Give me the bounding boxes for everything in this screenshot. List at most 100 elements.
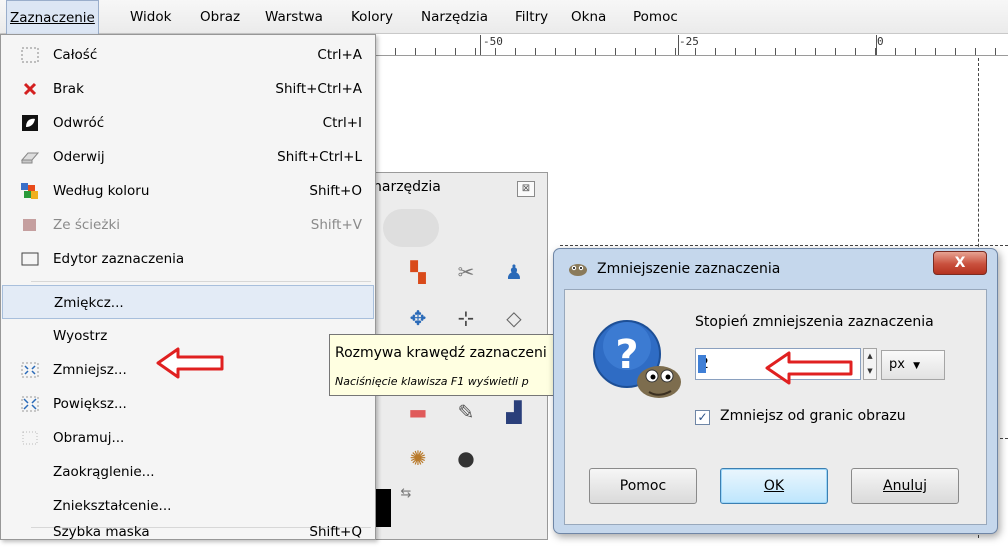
align-tool-icon[interactable]: ⊹ [451,303,481,333]
amount-spinner[interactable]: ▲ ▼ [863,348,877,380]
ruler-tick [515,48,516,55]
invert-selection-icon [22,115,38,131]
close-icon[interactable]: ⊠ [517,181,535,197]
ruler-tick [695,48,696,55]
ruler-tick [415,48,416,55]
menu-tools[interactable]: Narzędzia [418,0,491,34]
ruler-tick [675,48,676,55]
selection-menu: Całość Ctrl+A Brak Shift+Ctrl+A Odwróć C… [0,34,376,540]
menu-windows[interactable]: Okna [568,0,609,34]
ruler-tick [455,48,456,55]
selection-editor-icon [21,252,39,266]
ruler-tick [735,48,736,55]
tooltip-text: Rozmywa krawędź zaznaczeni [335,345,547,361]
shrink-selection-icon [21,362,39,378]
ruler-tick [655,48,656,55]
scissors-tool-icon[interactable]: ✂ [451,257,481,287]
menu-item-border[interactable]: Obramuj... [2,421,374,455]
ruler-tick [815,48,816,55]
ruler-label: 0 [877,35,884,48]
menu-item-float[interactable]: Oderwij Shift+Ctrl+L [2,140,374,174]
menu-item-from-path[interactable]: Ze ścieżki Shift+V [2,208,374,242]
cancel-button[interactable]: Anuluj [851,468,959,504]
canvas-guide [560,245,1008,246]
select-by-color-tool-icon[interactable]: ▚ [403,257,433,287]
menu-colors[interactable]: Kolory [348,0,396,34]
svg-text:?: ? [615,332,638,378]
eraser-tool-icon[interactable]: ▬ [403,397,433,427]
menu-view[interactable]: Widok [127,0,174,34]
foreground-select-tool-icon[interactable]: ♟ [499,257,529,287]
ruler-tick [995,48,996,55]
transform-tool-icon[interactable]: ◇ [499,303,529,333]
menu-help[interactable]: Pomoc [630,0,681,34]
ruler-tick [435,48,436,55]
menu-layer[interactable]: Warstwa [262,0,326,34]
annotation-arrow-icon [156,347,224,379]
help-button[interactable]: Pomoc [589,468,697,504]
select-all-icon [21,47,39,63]
menu-item-feather[interactable]: Zmiękcz... [2,285,374,319]
ruler-tick [975,48,976,55]
menu-separator [31,281,371,282]
border-selection-icon [22,431,38,445]
menu-item-rounded[interactable]: Zaokrąglenie... [2,455,374,489]
ruler-tick [555,48,556,55]
menu-selection[interactable]: Zaznaczenie [6,0,99,34]
swap-colors-icon[interactable]: ⇆ [391,479,421,509]
ruler-tick [635,48,636,55]
grow-selection-icon [21,396,39,412]
select-none-icon [23,82,37,96]
ruler-tick [575,48,576,55]
ruler-tick [935,48,936,55]
menu-item-selection-editor[interactable]: Edytor zaznaczenia [2,242,374,276]
ruler-tick [755,48,756,55]
move-tool-icon[interactable]: ✥ [403,303,433,333]
ruler-tick [775,48,776,55]
dialog-prompt: Stopień zmniejszenia zaznaczenia [695,314,934,330]
dialog-title: Zmniejszenie zaznaczenia [597,261,781,277]
heal-tool-icon[interactable]: ✺ [403,443,433,473]
menu-item-by-color[interactable]: Według koloru Shift+O [2,174,374,208]
ruler-tick [915,48,916,55]
horizontal-ruler[interactable]: -50 -25 0 [375,34,1008,56]
ruler-tick [835,48,836,55]
shrink-from-edge-checkbox[interactable]: ✓ [695,410,710,425]
question-gimp-icon: ? [593,320,681,398]
toolbox-decoration [383,209,439,247]
ruler-tick [475,48,476,55]
float-selection-icon [20,152,40,164]
unit-dropdown[interactable]: px ▼ [881,350,945,380]
ruler-tick [955,48,956,55]
dodge-burn-tool-icon[interactable]: ● [451,443,481,473]
ruler-tick [855,48,856,55]
text-selection-highlight [698,355,706,373]
ok-button[interactable]: OK [720,468,828,504]
tooltip-hint: Naciśnięcie klawisza F1 wyświetli p [335,375,529,388]
menubar: Zaznaczenie Widok Obraz Warstwa Kolory N… [0,0,1008,34]
shrink-selection-dialog: Zmniejszenie zaznaczenia X ? Stopień zmn… [553,248,998,534]
from-path-icon [23,219,36,231]
gimp-logo-icon [569,264,587,276]
menu-item-grow[interactable]: Powiększ... [2,387,374,421]
annotation-arrow-icon [765,351,853,385]
menu-item-select-none[interactable]: Brak Shift+Ctrl+A [2,72,374,106]
close-button[interactable]: X [933,251,987,275]
menu-item-select-all[interactable]: Całość Ctrl+A [2,38,374,72]
airbrush-tool-icon[interactable]: ✎ [451,397,481,427]
dialog-titlebar[interactable]: Zmniejszenie zaznaczenia X [554,249,997,289]
ruler-tick [895,48,896,55]
chevron-down-icon: ▼ [913,361,921,371]
select-by-color-icon [21,183,38,199]
ruler-label: -25 [679,35,699,48]
ruler-tick [595,48,596,55]
ink-tool-icon[interactable]: ▟ [499,397,529,427]
ruler-tick [795,48,796,55]
ruler-tick [715,48,716,55]
menu-image[interactable]: Obraz [197,0,243,34]
menu-item-quick-mask[interactable]: Szybka maska Shift+Q [2,515,374,549]
menu-filters[interactable]: Filtry [512,0,551,34]
ruler-label: -50 [483,35,503,48]
menu-item-invert[interactable]: Odwróć Ctrl+I [2,106,374,140]
ruler-tick [535,48,536,55]
